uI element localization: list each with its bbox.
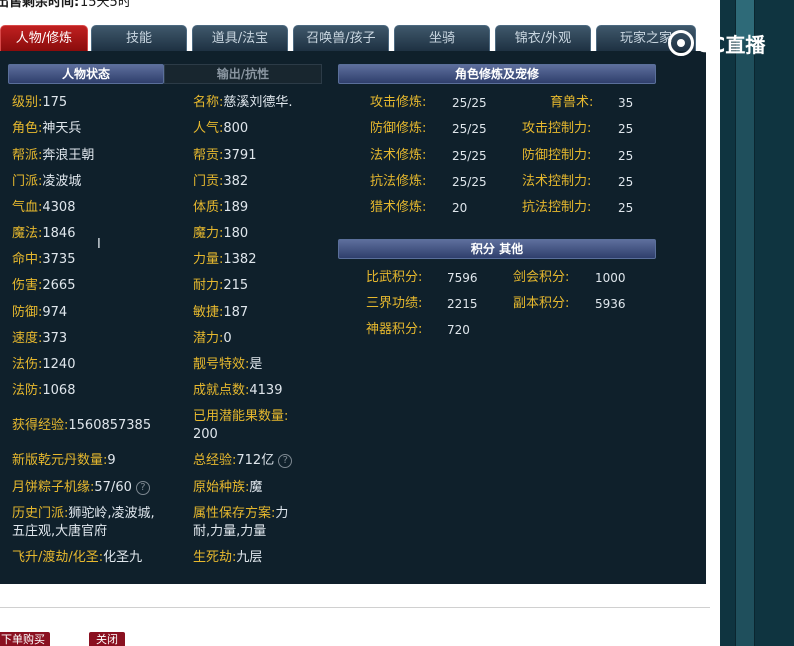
race-row: 原始种族:魔 xyxy=(193,480,263,495)
history-row-2: 五庄观,大唐官府 xyxy=(12,524,108,539)
stat-row: 敏捷:187 xyxy=(193,305,249,320)
score-row: 神器积分: xyxy=(366,322,423,337)
stat-row: 角色:神天兵 xyxy=(12,121,82,136)
stat-row: 帮贡:3791 xyxy=(193,148,257,163)
cult-value-2: 35 xyxy=(618,96,634,110)
help-icon[interactable]: ? xyxy=(278,453,293,468)
stat-row: 伤害:2665 xyxy=(12,278,76,293)
score-row-2: 副本积分: xyxy=(513,296,570,311)
cult-value-2: 25 xyxy=(618,201,634,215)
top-strip: 出售剩余时间: 15天5时 xyxy=(0,0,720,20)
cult-value: 25/25 xyxy=(452,149,487,163)
score-value: 7596 xyxy=(447,271,478,285)
scrollbar[interactable] xyxy=(735,0,755,646)
stat-row: 速度:373 xyxy=(12,331,68,346)
cc-logo-icon xyxy=(668,30,694,56)
stat-row: 魔法:1846 xyxy=(12,226,76,241)
cult-value: 25/25 xyxy=(452,96,487,110)
divider xyxy=(0,607,710,608)
cultivation-header: 角色修炼及宠修 xyxy=(338,64,656,84)
stat-row: 魔力:180 xyxy=(193,226,249,241)
qianyuan-row: 新版乾元丹数量:9 xyxy=(12,453,116,468)
character-panel: 人物状态 输出/抗性 级别:175 角色:神天兵 帮派:奔浪王朝 门派:凌波城 … xyxy=(0,51,706,584)
tab-skills[interactable]: 技能 xyxy=(91,25,187,51)
remaining-time-value: 15天5时 xyxy=(80,0,131,10)
cult-row: 攻击修炼: xyxy=(370,95,427,110)
remaining-time-label: 出售剩余时间: xyxy=(0,0,80,10)
attr-row: 属性保存方案:力 xyxy=(193,506,289,521)
buy-button[interactable]: 下单购买 xyxy=(0,632,50,646)
cult-row: 法术修炼: xyxy=(370,148,427,163)
total-exp-row: 总经验:712亿? xyxy=(193,453,293,469)
subtab-character-status[interactable]: 人物状态 xyxy=(8,64,164,84)
stat-row: 门贡:382 xyxy=(193,174,249,189)
history-row: 历史门派:狮驼岭,凌波城, xyxy=(12,506,155,521)
exp-row: 获得经验:1560857385 xyxy=(12,418,152,433)
stat-row: 帮派:奔浪王朝 xyxy=(12,148,95,163)
zongzi-row: 月饼粽子机缘:57/60? xyxy=(12,480,150,496)
cult-row-2: 法术控制力: xyxy=(522,174,592,189)
stat-row: 级别:175 xyxy=(12,95,68,110)
stat-row: 气血:4308 xyxy=(12,200,76,215)
stat-row: 体质:189 xyxy=(193,200,249,215)
subtab-output-resist[interactable]: 输出/抗性 xyxy=(164,64,322,84)
potion-value: 200 xyxy=(193,427,218,442)
help-icon[interactable]: ? xyxy=(135,480,150,495)
stat-row: 法防:1068 xyxy=(12,383,76,398)
cult-row-2: 抗法控制力: xyxy=(522,200,592,215)
stat-row: 耐力:215 xyxy=(193,278,249,293)
right-background xyxy=(720,0,794,646)
tab-items[interactable]: 道具/法宝 xyxy=(192,25,288,51)
cult-value: 25/25 xyxy=(452,122,487,136)
stat-row: 潜力:0 xyxy=(193,331,232,346)
attr-row-2: 耐,力量,力量 xyxy=(193,524,267,539)
cult-row: 抗法修炼: xyxy=(370,174,427,189)
stat-row: 门派:凌波城 xyxy=(12,174,82,189)
score-row: 比武积分: xyxy=(366,270,423,285)
close-button[interactable]: 关闭 xyxy=(89,632,125,646)
tab-mounts[interactable]: 坐骑 xyxy=(394,25,490,51)
score-row-2: 剑会积分: xyxy=(513,270,570,285)
stat-row: 人气:800 xyxy=(193,121,249,136)
cult-value-2: 25 xyxy=(618,149,634,163)
stat-row: 防御:974 xyxy=(12,305,68,320)
stat-row: 命中:3735 xyxy=(12,252,76,267)
cult-row-2: 育兽术: xyxy=(550,95,594,110)
stat-row: 成就点数:4139 xyxy=(193,383,283,398)
potion-row: 已用潜能果数量: xyxy=(193,409,289,424)
cult-row: 防御修炼: xyxy=(370,121,427,136)
cult-value: 25/25 xyxy=(452,175,487,189)
score-row: 三界功绩: xyxy=(366,296,423,311)
cult-value-2: 25 xyxy=(618,122,634,136)
tab-pets[interactable]: 召唤兽/孩子 xyxy=(293,25,389,51)
main-tabs: 人物/修炼 技能 道具/法宝 召唤兽/孩子 坐骑 锦衣/外观 玩家之家 xyxy=(0,25,706,51)
cult-row: 猎术修炼: xyxy=(370,200,427,215)
stat-row: 力量:1382 xyxy=(193,252,257,267)
score-value-2: 5936 xyxy=(595,297,626,311)
stat-row: 靓号特效:是 xyxy=(193,357,263,372)
cc-live-logo: CC直播 xyxy=(668,28,778,57)
tab-outfits[interactable]: 锦衣/外观 xyxy=(495,25,591,51)
cult-value-2: 25 xyxy=(618,175,634,189)
ascend-row: 飞升/渡劫/化圣:化圣九 xyxy=(12,550,143,565)
score-value-2: 1000 xyxy=(595,271,626,285)
score-header: 积分 其他 xyxy=(338,239,656,259)
cult-row-2: 防御控制力: xyxy=(522,148,592,163)
score-value: 720 xyxy=(447,323,470,337)
text-cursor-icon: I xyxy=(97,237,101,252)
score-value: 2215 xyxy=(447,297,478,311)
life-row: 生死劫:九层 xyxy=(193,550,263,565)
tab-character[interactable]: 人物/修炼 xyxy=(0,25,88,51)
stat-row: 法伤:1240 xyxy=(12,357,76,372)
stat-row: 名称:慈溪刘德华. xyxy=(193,95,293,110)
logo-text: CC直播 xyxy=(696,33,766,57)
cult-row-2: 攻击控制力: xyxy=(522,121,592,136)
cult-value: 20 xyxy=(452,201,468,215)
